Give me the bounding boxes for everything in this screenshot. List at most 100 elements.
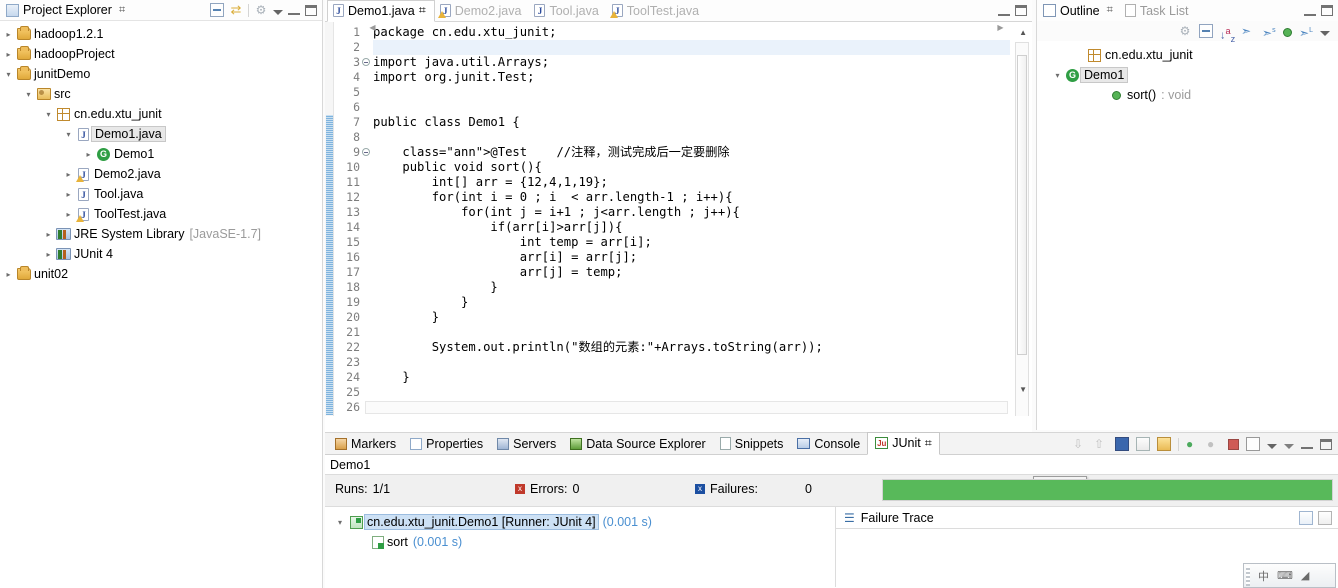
next-failure-icon[interactable]: ⇩ bbox=[1073, 437, 1087, 451]
maximize-icon[interactable] bbox=[1320, 438, 1332, 450]
editor-horizontal-scrollbar[interactable] bbox=[365, 401, 1008, 414]
rerun-test-icon[interactable]: ● bbox=[1186, 437, 1200, 451]
tree-item-tool-java[interactable]: ▸ J Tool.java bbox=[0, 184, 322, 204]
tab-project-explorer[interactable]: Project Explorer ⌗ bbox=[0, 0, 131, 21]
tree-item-demo2-java[interactable]: ▸ J Demo2.java bbox=[0, 164, 322, 184]
show-failures-only-icon[interactable] bbox=[1115, 437, 1129, 451]
close-icon[interactable]: ⌗ bbox=[1107, 4, 1113, 17]
outline-tab-outline[interactable]: Outline ⌗ bbox=[1037, 0, 1119, 21]
view-menu-icon[interactable] bbox=[1320, 31, 1330, 36]
expand-arrow-icon[interactable]: ▾ bbox=[1051, 71, 1064, 80]
bottom-tab-junit[interactable]: Ju JUnit ⌗ bbox=[867, 431, 940, 455]
collapse-arrow-icon[interactable]: ▸ bbox=[2, 50, 15, 59]
test-history-icon[interactable] bbox=[1246, 437, 1260, 451]
expand-arrow-icon[interactable]: ▾ bbox=[333, 518, 347, 527]
chinese-mode-icon[interactable]: 中 bbox=[1258, 568, 1269, 584]
collapse-arrow-icon[interactable]: ▸ bbox=[42, 230, 55, 239]
copy-trace-icon[interactable] bbox=[1318, 510, 1332, 525]
annotation-ruler[interactable] bbox=[325, 22, 334, 416]
expand-arrow-icon[interactable]: ▾ bbox=[2, 70, 15, 79]
maximize-icon[interactable] bbox=[1015, 5, 1027, 16]
minimize-icon[interactable] bbox=[288, 5, 300, 15]
editor-tab-tool-java[interactable]: J Tool.java bbox=[529, 0, 606, 22]
expand-arrow-icon[interactable]: ▾ bbox=[62, 130, 75, 139]
tree-item-demo1-java[interactable]: ▾ J Demo1.java bbox=[0, 124, 322, 144]
folding-ruler[interactable] bbox=[361, 25, 372, 415]
hide-local-icon[interactable]: ➣L bbox=[1299, 24, 1313, 40]
project-tree[interactable]: ▸ hadoop1.2.1 ▸ hadoopProject ▾ junitDemo ▾ src… bbox=[0, 21, 322, 284]
expand-arrow-icon[interactable]: ▾ bbox=[42, 110, 55, 119]
ime-drag-handle[interactable] bbox=[1246, 566, 1250, 586]
outline-tab-task-list[interactable]: Task List bbox=[1119, 0, 1195, 21]
maximize-icon[interactable] bbox=[305, 4, 317, 16]
collapse-arrow-icon[interactable]: ▸ bbox=[82, 150, 95, 159]
view-menu-icon[interactable] bbox=[1284, 444, 1294, 449]
fold-toggle-icon[interactable] bbox=[362, 148, 370, 156]
tree-item-demo1[interactable]: ▾ G Demo1 bbox=[1037, 65, 1338, 85]
hide-static-icon[interactable]: ➣s bbox=[1262, 24, 1276, 40]
tree-item-junit-4[interactable]: ▸ JUnit 4 bbox=[0, 244, 322, 264]
link-with-editor-icon[interactable]: ⇄ bbox=[229, 3, 243, 17]
tree-item-cn-edu-xtu-junit[interactable]: ▾ cn.edu.xtu_junit bbox=[0, 104, 322, 124]
focus-icon[interactable]: ⚙ bbox=[1178, 24, 1192, 38]
tree-item-tooltest-java[interactable]: ▸ J ToolTest.java bbox=[0, 204, 322, 224]
keyboard-icon[interactable]: ⌨ bbox=[1277, 569, 1293, 582]
test-result-row[interactable]: sort (0.001 s) bbox=[325, 532, 835, 552]
compare-result-icon[interactable] bbox=[1299, 510, 1313, 525]
source-code[interactable]: package cn.edu.xtu_junit; import java.ut… bbox=[373, 25, 1010, 415]
hide-fields-icon[interactable]: ➣ bbox=[1241, 24, 1255, 38]
editor-tab-tooltest-java[interactable]: J ToolTest.java bbox=[607, 0, 707, 22]
maximize-icon[interactable] bbox=[1321, 5, 1333, 16]
scroll-up-icon[interactable]: ▲ bbox=[1019, 28, 1027, 37]
editor-tab-demo2-java[interactable]: J Demo2.java bbox=[435, 0, 530, 22]
ime-toolbar[interactable]: 中 ⌨ ◢ bbox=[1243, 563, 1336, 588]
tree-item-sort[interactable]: sort(): void bbox=[1037, 85, 1338, 105]
bottom-tab-servers[interactable]: Servers bbox=[490, 433, 563, 455]
collapse-all-icon[interactable] bbox=[210, 3, 224, 17]
collapse-arrow-icon[interactable]: ▸ bbox=[62, 170, 75, 179]
tree-item-hadoopproject[interactable]: ▸ hadoopProject bbox=[0, 44, 322, 64]
minimize-icon[interactable] bbox=[998, 6, 1010, 16]
test-result-tree[interactable]: ▾ cn.edu.xtu_junit.Demo1 [Runner: JUnit 4… bbox=[325, 507, 836, 587]
lock-scroll-icon[interactable] bbox=[1157, 437, 1171, 451]
view-menu-icon[interactable] bbox=[273, 10, 283, 15]
editor-tab-demo1-java[interactable]: J Demo1.java ⌗ bbox=[327, 0, 435, 22]
tree-item-hadoop1-2-1[interactable]: ▸ hadoop1.2.1 bbox=[0, 24, 322, 44]
previous-failure-icon[interactable]: ⇧ bbox=[1094, 437, 1108, 451]
code-area[interactable]: 1 2 3 4 5 6 7 8 9 10 11 12 13 14 15 16 17 18 19 20 21 22 23 24 2… bbox=[325, 22, 1032, 416]
close-icon[interactable]: ⌗ bbox=[119, 4, 125, 17]
rerun-failed-icon[interactable]: ● bbox=[1207, 437, 1221, 451]
close-icon[interactable]: ⌗ bbox=[419, 3, 426, 18]
minimize-icon[interactable] bbox=[1301, 439, 1313, 449]
toolbox-icon[interactable]: ◢ bbox=[1301, 569, 1309, 582]
collapse-arrow-icon[interactable]: ▸ bbox=[2, 270, 15, 279]
editor-vertical-scrollbar[interactable] bbox=[1015, 42, 1029, 416]
bottom-tab-console[interactable]: Console bbox=[790, 433, 867, 455]
stop-icon[interactable] bbox=[1228, 438, 1239, 450]
focus-icon[interactable]: ⚙ bbox=[254, 3, 268, 17]
collapse-arrow-icon[interactable]: ▸ bbox=[62, 210, 75, 219]
tree-item-unit02[interactable]: ▸ unit02 bbox=[0, 264, 322, 284]
scrollbar-thumb[interactable] bbox=[1017, 55, 1027, 355]
close-icon[interactable]: ⌗ bbox=[925, 436, 932, 451]
collapse-arrow-icon[interactable]: ▸ bbox=[62, 190, 75, 199]
collapse-arrow-icon[interactable]: ▸ bbox=[42, 250, 55, 259]
collapse-all-icon[interactable] bbox=[1199, 24, 1213, 38]
tree-item-demo1[interactable]: ▸ G Demo1 bbox=[0, 144, 322, 164]
expand-arrow-icon[interactable]: ▾ bbox=[22, 90, 35, 99]
bottom-tab-snippets[interactable]: Snippets bbox=[713, 433, 791, 455]
fold-toggle-icon[interactable] bbox=[362, 58, 370, 66]
history-dropdown-icon[interactable] bbox=[1267, 444, 1277, 449]
outline-tree[interactable]: cn.edu.xtu_junit ▾ G Demo1 sort(): void bbox=[1037, 41, 1338, 105]
hide-nonpublic-icon[interactable] bbox=[1283, 28, 1292, 37]
scroll-left-icon[interactable]: ◀ bbox=[367, 23, 378, 32]
test-result-row[interactable]: ▾ cn.edu.xtu_junit.Demo1 [Runner: JUnit 4… bbox=[325, 512, 835, 532]
tree-item-cn-edu-xtu-junit[interactable]: cn.edu.xtu_junit bbox=[1037, 45, 1338, 65]
tree-item-jre-system-library[interactable]: ▸ JRE System Library [JavaSE-1.7] bbox=[0, 224, 322, 244]
bottom-tab-markers[interactable]: Markers bbox=[328, 433, 403, 455]
tree-item-junitdemo[interactable]: ▾ junitDemo bbox=[0, 64, 322, 84]
bottom-tab-properties[interactable]: Properties bbox=[403, 433, 490, 455]
sort-icon[interactable]: ↓az bbox=[1220, 24, 1235, 44]
scroll-down-icon[interactable]: ▼ bbox=[1019, 385, 1027, 394]
bottom-tab-data-source-explorer[interactable]: Data Source Explorer bbox=[563, 433, 713, 455]
